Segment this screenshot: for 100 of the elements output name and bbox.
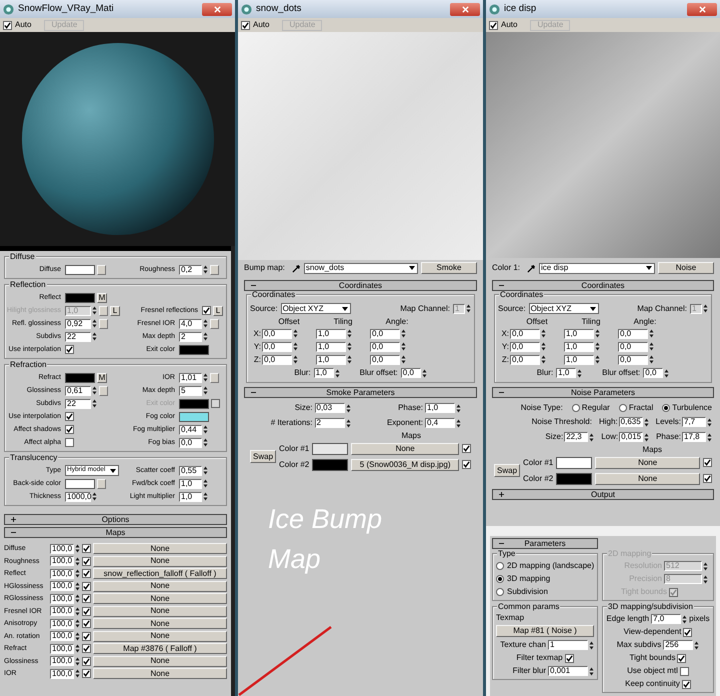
number-field[interactable]: 100,0 bbox=[50, 581, 74, 591]
number-field[interactable]: 1,0 bbox=[316, 354, 346, 364]
dropdown[interactable]: snow_dots bbox=[304, 262, 418, 274]
map-button[interactable]: None bbox=[93, 543, 227, 554]
number-field[interactable]: 0,61 bbox=[65, 386, 91, 396]
map-button[interactable]: 5 (Snow0036_M disp.jpg) bbox=[351, 458, 459, 470]
number-field[interactable]: 100,0 bbox=[50, 618, 74, 628]
number-field[interactable]: 1 bbox=[548, 640, 588, 650]
rollout-header[interactable]: Coordinates bbox=[492, 280, 714, 291]
texmap-button[interactable]: Map #81 ( Noise ) bbox=[496, 625, 594, 637]
map-button[interactable]: None bbox=[351, 442, 459, 454]
group-title: 3D mapping/subdivision bbox=[607, 603, 694, 611]
map-button[interactable]: None bbox=[93, 656, 227, 666]
number-field[interactable]: 1,0 bbox=[179, 492, 202, 502]
map-type-button[interactable]: Smoke bbox=[421, 262, 477, 274]
swap-button[interactable]: Swap bbox=[494, 464, 520, 477]
number-field[interactable]: 1,0 bbox=[314, 368, 334, 378]
number-field[interactable]: 2 bbox=[314, 418, 344, 428]
map-button[interactable]: None bbox=[93, 593, 227, 604]
number-field[interactable]: 17,8 bbox=[682, 432, 706, 442]
number-field[interactable]: 0,2 bbox=[179, 264, 202, 274]
rollout-header[interactable]: Coordinates bbox=[244, 280, 477, 291]
number-field[interactable]: 4,0 bbox=[179, 318, 202, 328]
number-field[interactable]: 22,3 bbox=[564, 432, 588, 442]
group-title: Coordinates bbox=[499, 291, 544, 299]
number-field[interactable]: 0,4 bbox=[425, 418, 455, 428]
map-button[interactable]: None bbox=[93, 630, 227, 642]
number-field[interactable]: 1,01 bbox=[179, 372, 202, 382]
number-field[interactable]: 2 bbox=[179, 332, 202, 342]
rollout-header[interactable]: Parameters bbox=[492, 538, 598, 549]
field-label: Y: bbox=[502, 342, 509, 350]
map-type-button[interactable]: Noise bbox=[658, 262, 714, 274]
number-field[interactable]: 100,0 bbox=[50, 644, 74, 654]
map-button[interactable]: None bbox=[93, 668, 227, 679]
rollout-header[interactable]: Options bbox=[4, 514, 227, 525]
number-field[interactable]: 0,03 bbox=[314, 403, 344, 413]
dropdown[interactable]: ice disp bbox=[539, 262, 655, 274]
number-field[interactable]: 0,92 bbox=[65, 318, 91, 328]
number-field[interactable]: 1,0 bbox=[316, 328, 346, 338]
number-field[interactable]: 1,0 bbox=[425, 403, 455, 413]
dropdown[interactable]: Object XYZ bbox=[528, 303, 599, 314]
number-field[interactable]: 100,0 bbox=[50, 631, 74, 641]
number-field[interactable]: 1000,0 bbox=[65, 492, 91, 502]
rollout-header[interactable]: Maps bbox=[4, 527, 227, 538]
number-field[interactable]: 7,0 bbox=[651, 614, 682, 624]
rollout-header[interactable]: Smoke Parameters bbox=[244, 387, 477, 398]
dropdown[interactable]: Object XYZ bbox=[280, 303, 351, 314]
rollout-header[interactable]: Noise Parameters bbox=[492, 387, 714, 398]
swap-button[interactable]: Swap bbox=[250, 450, 276, 463]
number-field[interactable]: 0,44 bbox=[179, 424, 202, 434]
number-field[interactable]: 0,0 bbox=[370, 354, 400, 364]
number-field[interactable]: 100,0 bbox=[50, 606, 74, 616]
number-field[interactable]: 0,635 bbox=[618, 417, 643, 427]
toggle-button[interactable]: M bbox=[97, 292, 107, 302]
number-field[interactable]: 0,0 bbox=[618, 328, 648, 338]
number-field[interactable]: 100,0 bbox=[50, 594, 74, 604]
rollout-header[interactable]: Output bbox=[492, 489, 714, 500]
number-field[interactable]: 1,0 bbox=[316, 342, 346, 352]
number-field[interactable]: 100,0 bbox=[50, 544, 74, 554]
number-field[interactable]: 0,0 bbox=[262, 354, 292, 364]
number-field[interactable]: 0,55 bbox=[179, 466, 202, 476]
number-field[interactable]: 1,0 bbox=[179, 478, 202, 488]
number-field[interactable]: 0,0 bbox=[370, 328, 400, 338]
number-field[interactable]: 22 bbox=[65, 332, 91, 342]
number-field[interactable]: 100,0 bbox=[50, 656, 74, 666]
toggle-button[interactable]: L bbox=[213, 306, 223, 316]
toggle-button[interactable]: M bbox=[97, 372, 107, 382]
number-field[interactable]: 0,015 bbox=[619, 432, 644, 442]
field-label: Texture chan bbox=[500, 641, 546, 649]
number-field[interactable]: 0,0 bbox=[262, 328, 292, 338]
number-field[interactable]: 5 bbox=[179, 386, 202, 396]
number-field[interactable]: 100,0 bbox=[50, 556, 74, 566]
number-field[interactable]: 0,0 bbox=[510, 328, 540, 338]
number-field[interactable]: 0,0 bbox=[510, 354, 540, 364]
map-button[interactable]: None bbox=[595, 456, 700, 468]
map-button[interactable]: None bbox=[93, 606, 227, 616]
number-field[interactable]: 0,0 bbox=[400, 368, 421, 378]
number-field[interactable]: 100,0 bbox=[50, 668, 74, 678]
number-field[interactable]: 1,0 bbox=[564, 342, 594, 352]
number-field[interactable]: 0,001 bbox=[548, 666, 588, 676]
number-field[interactable]: 1,0 bbox=[564, 354, 594, 364]
map-button[interactable]: None bbox=[93, 580, 227, 592]
map-button[interactable]: None bbox=[93, 556, 227, 566]
number-field[interactable]: 256 bbox=[663, 640, 694, 650]
number-field[interactable]: 0,0 bbox=[370, 342, 400, 352]
map-button[interactable]: snow_reflection_falloff ( Falloff ) bbox=[93, 568, 227, 579]
number-field[interactable]: 0,0 bbox=[618, 342, 648, 352]
number-field[interactable]: 0,0 bbox=[618, 354, 648, 364]
number-field[interactable]: 1,0 bbox=[564, 328, 594, 338]
number-field[interactable]: 7,7 bbox=[682, 417, 706, 427]
number-field[interactable]: 22 bbox=[65, 398, 91, 408]
number-field[interactable]: 0,0 bbox=[262, 342, 292, 352]
number-field[interactable]: 0,0 bbox=[510, 342, 540, 352]
map-button[interactable]: None bbox=[93, 618, 227, 629]
number-field[interactable]: 0,0 bbox=[643, 368, 664, 378]
number-field[interactable]: 1,0 bbox=[556, 368, 576, 378]
map-button[interactable]: Map #3876 ( Falloff ) bbox=[93, 643, 227, 654]
map-button[interactable]: None bbox=[595, 472, 700, 484]
number-field[interactable]: 100,0 bbox=[50, 568, 74, 578]
number-field[interactable]: 0,0 bbox=[179, 438, 202, 448]
